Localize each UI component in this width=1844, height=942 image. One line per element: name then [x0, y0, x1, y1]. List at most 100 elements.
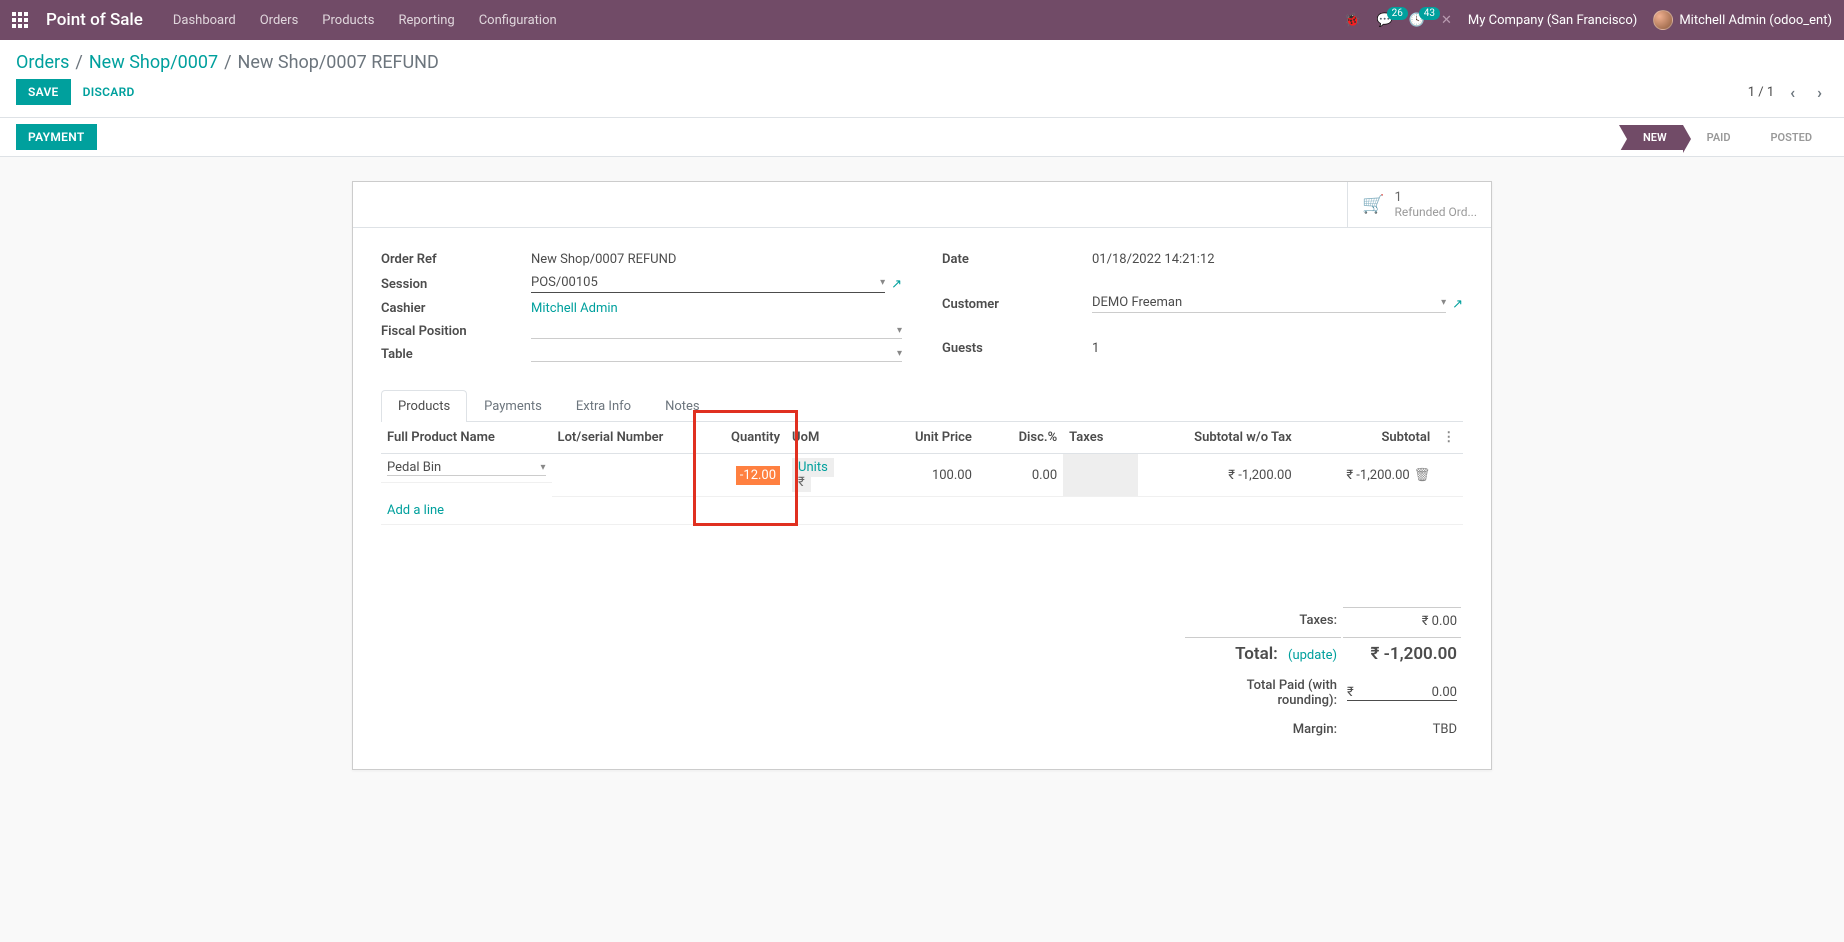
- pager-prev-icon[interactable]: ‹: [1784, 81, 1801, 104]
- customer-field[interactable]: DEMO Freeman▾: [1092, 295, 1446, 313]
- total-value: ₹ -1,200.00: [1343, 637, 1461, 670]
- cashier-link[interactable]: Mitchell Admin: [531, 301, 618, 316]
- order-ref-value: New Shop/0007 REFUND: [531, 252, 902, 267]
- breadcrumb-sep: /: [224, 52, 231, 73]
- breadcrumb: Orders / New Shop/0007 / New Shop/0007 R…: [0, 40, 1844, 79]
- col-price: Unit Price: [861, 422, 978, 454]
- company-switcher[interactable]: My Company (San Francisco): [1468, 13, 1637, 28]
- col-lot: Lot/serial Number: [552, 422, 701, 454]
- discount[interactable]: 0.00: [978, 454, 1063, 497]
- taxes-value: ₹ 0.00: [1343, 607, 1461, 635]
- caret-down-icon: ▾: [897, 348, 902, 359]
- stat-label: Refunded Ord...: [1394, 205, 1477, 219]
- save-button[interactable]: Save: [16, 79, 71, 105]
- pager-next-icon[interactable]: ›: [1811, 81, 1828, 104]
- status-steps: New Paid Posted: [1619, 125, 1828, 150]
- table-row[interactable]: Pedal Bin▾ -12.00 Units ₹ 100.00 0.00 ₹ …: [381, 454, 1463, 497]
- margin-value: TBD: [1343, 716, 1461, 743]
- col-disc: Disc.%: [978, 422, 1063, 454]
- apps-menu-icon[interactable]: [12, 12, 28, 28]
- table-field[interactable]: ▾: [531, 348, 902, 362]
- stat-count: 1: [1394, 190, 1477, 205]
- paid-input[interactable]: ₹0.00: [1347, 685, 1457, 701]
- lot-field[interactable]: [552, 454, 701, 497]
- user-name: Mitchell Admin (odoo_ent): [1679, 13, 1832, 28]
- payment-button[interactable]: Payment: [16, 124, 97, 150]
- user-menu[interactable]: Mitchell Admin (odoo_ent): [1653, 10, 1832, 30]
- close-icon[interactable]: ✕: [1441, 13, 1452, 28]
- external-link-icon[interactable]: ↗: [1452, 297, 1463, 312]
- update-link[interactable]: (update): [1288, 648, 1337, 663]
- order-ref-label: Order Ref: [381, 252, 531, 267]
- messages-icon[interactable]: 💬26: [1377, 13, 1393, 28]
- paid-label: Total Paid (with rounding):: [1185, 672, 1341, 714]
- customer-label: Customer: [942, 297, 1092, 312]
- totals: Taxes:₹ 0.00 Total: (update)₹ -1,200.00 …: [1183, 605, 1463, 745]
- col-subtotal: Subtotal: [1298, 422, 1437, 454]
- menu-reporting[interactable]: Reporting: [398, 13, 454, 28]
- messages-badge: 26: [1387, 7, 1408, 20]
- activities-icon[interactable]: 🕓43: [1409, 13, 1425, 28]
- session-field[interactable]: POS/00105▾: [531, 275, 885, 293]
- tab-products[interactable]: Products: [381, 390, 467, 422]
- col-uom: UoM: [786, 422, 861, 454]
- subtotal-wo-tax: ₹ -1,200.00: [1138, 454, 1298, 497]
- discard-button[interactable]: Discard: [71, 79, 147, 105]
- col-qty: Quantity: [701, 422, 786, 454]
- add-line-link[interactable]: Add a line: [381, 497, 1463, 525]
- avatar: [1653, 10, 1673, 30]
- currency-symbol: ₹: [792, 473, 811, 492]
- main-menu: Dashboard Orders Products Reporting Conf…: [173, 13, 557, 28]
- tab-payments[interactable]: Payments: [467, 390, 559, 422]
- tabs: Products Payments Extra Info Notes: [381, 390, 1463, 422]
- taxes-field[interactable]: [1063, 454, 1138, 497]
- app-name[interactable]: Point of Sale: [46, 10, 143, 30]
- fiscal-label: Fiscal Position: [381, 324, 531, 339]
- margin-label: Margin:: [1185, 716, 1341, 743]
- order-lines-table: Full Product Name Lot/serial Number Quan…: [381, 422, 1463, 585]
- status-step-new[interactable]: New: [1619, 125, 1683, 150]
- pager-count: 1 / 1: [1748, 85, 1774, 100]
- menu-orders[interactable]: Orders: [260, 13, 299, 28]
- col-product: Full Product Name: [381, 422, 552, 454]
- caret-down-icon: ▾: [897, 325, 902, 336]
- menu-dashboard[interactable]: Dashboard: [173, 13, 236, 28]
- unit-price[interactable]: 100.00: [861, 454, 978, 497]
- column-options-icon[interactable]: ⋮: [1442, 430, 1455, 445]
- col-subtotal-wo: Subtotal w/o Tax: [1138, 422, 1298, 454]
- guests-label: Guests: [942, 341, 1092, 356]
- tab-extra-info[interactable]: Extra Info: [559, 390, 648, 422]
- cart-icon: 🛒: [1362, 194, 1384, 215]
- caret-down-icon: ▾: [1441, 297, 1446, 308]
- taxes-label: Taxes:: [1185, 607, 1341, 635]
- refunded-orders-button[interactable]: 🛒 1 Refunded Ord...: [1347, 182, 1491, 227]
- table-label: Table: [381, 347, 531, 362]
- col-taxes: Taxes: [1063, 422, 1138, 454]
- cashier-label: Cashier: [381, 301, 531, 316]
- external-link-icon[interactable]: ↗: [891, 277, 902, 292]
- guests-value[interactable]: 1: [1092, 341, 1463, 356]
- bug-icon[interactable]: 🐞: [1344, 13, 1360, 28]
- product-field[interactable]: Pedal Bin: [387, 460, 441, 475]
- quantity-field[interactable]: -12.00: [736, 466, 780, 485]
- menu-configuration[interactable]: Configuration: [479, 13, 557, 28]
- breadcrumb-root[interactable]: Orders: [16, 52, 69, 73]
- status-step-posted[interactable]: Posted: [1747, 125, 1829, 150]
- total-label: Total:: [1235, 644, 1278, 664]
- status-step-paid[interactable]: Paid: [1683, 125, 1747, 150]
- tab-notes[interactable]: Notes: [648, 390, 717, 422]
- date-value: 01/18/2022 14:21:12: [1092, 252, 1463, 267]
- date-label: Date: [942, 252, 1092, 267]
- menu-products[interactable]: Products: [322, 13, 374, 28]
- breadcrumb-sep: /: [75, 52, 82, 73]
- subtotal: ₹ -1,200.00: [1346, 468, 1409, 483]
- caret-down-icon: ▾: [541, 462, 546, 473]
- navbar: Point of Sale Dashboard Orders Products …: [0, 0, 1844, 40]
- pager: 1 / 1 ‹ ›: [1748, 81, 1828, 104]
- activities-badge: 43: [1419, 7, 1440, 20]
- session-label: Session: [381, 277, 531, 292]
- breadcrumb-parent[interactable]: New Shop/0007: [89, 52, 218, 73]
- caret-down-icon: ▾: [880, 277, 885, 288]
- delete-line-icon[interactable]: 🗑: [1414, 468, 1431, 483]
- fiscal-field[interactable]: ▾: [531, 325, 902, 339]
